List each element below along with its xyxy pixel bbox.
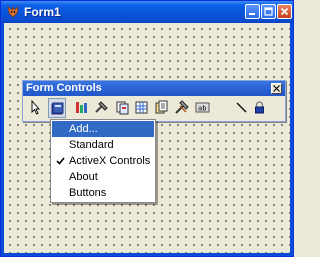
minimize-icon[interactable] (245, 4, 260, 19)
menu-item-label: Buttons (69, 187, 107, 199)
menu-item-label: ActiveX Controls (69, 155, 151, 167)
pages-icon[interactable] (114, 98, 132, 118)
text-box-icon[interactable]: ab (194, 98, 212, 118)
svg-text:ab: ab (198, 105, 206, 113)
close-icon[interactable] (277, 4, 292, 19)
title-bar[interactable]: Form1 (1, 1, 293, 23)
select-pointer-icon[interactable] (27, 98, 45, 118)
line-icon[interactable] (233, 98, 251, 118)
menu-item-activex-controls[interactable]: ActiveX Controls (52, 153, 154, 169)
form-controls-title: Form Controls (26, 82, 102, 94)
menu-item-label: Add... (69, 123, 98, 135)
tools2-icon[interactable] (173, 98, 191, 118)
menu-item-standard[interactable]: Standard (52, 137, 154, 153)
maximize-icon[interactable] (261, 4, 276, 19)
form-controls-toolbar[interactable]: Form Controls ab (22, 80, 286, 122)
form-controls-titlebar[interactable]: Form Controls (23, 81, 285, 96)
context-menu: Add... Standard ActiveX Controls About B… (50, 119, 156, 203)
tools-icon[interactable] (93, 98, 111, 118)
check-icon (56, 157, 65, 165)
menu-item-buttons[interactable]: Buttons (52, 185, 154, 201)
grid-icon[interactable] (133, 98, 151, 118)
pages2-icon[interactable] (153, 98, 171, 118)
book-icon[interactable] (48, 98, 66, 118)
menu-item-label: Standard (69, 139, 114, 151)
properties-icon[interactable] (73, 98, 91, 118)
menu-item-label: About (69, 171, 98, 183)
menu-item-add[interactable]: Add... (52, 121, 154, 137)
lock-icon[interactable] (251, 98, 269, 118)
form-controls-close-icon[interactable] (271, 83, 282, 94)
app-icon[interactable] (6, 5, 20, 19)
window-title: Form1 (24, 5, 61, 19)
menu-item-about[interactable]: About (52, 169, 154, 185)
